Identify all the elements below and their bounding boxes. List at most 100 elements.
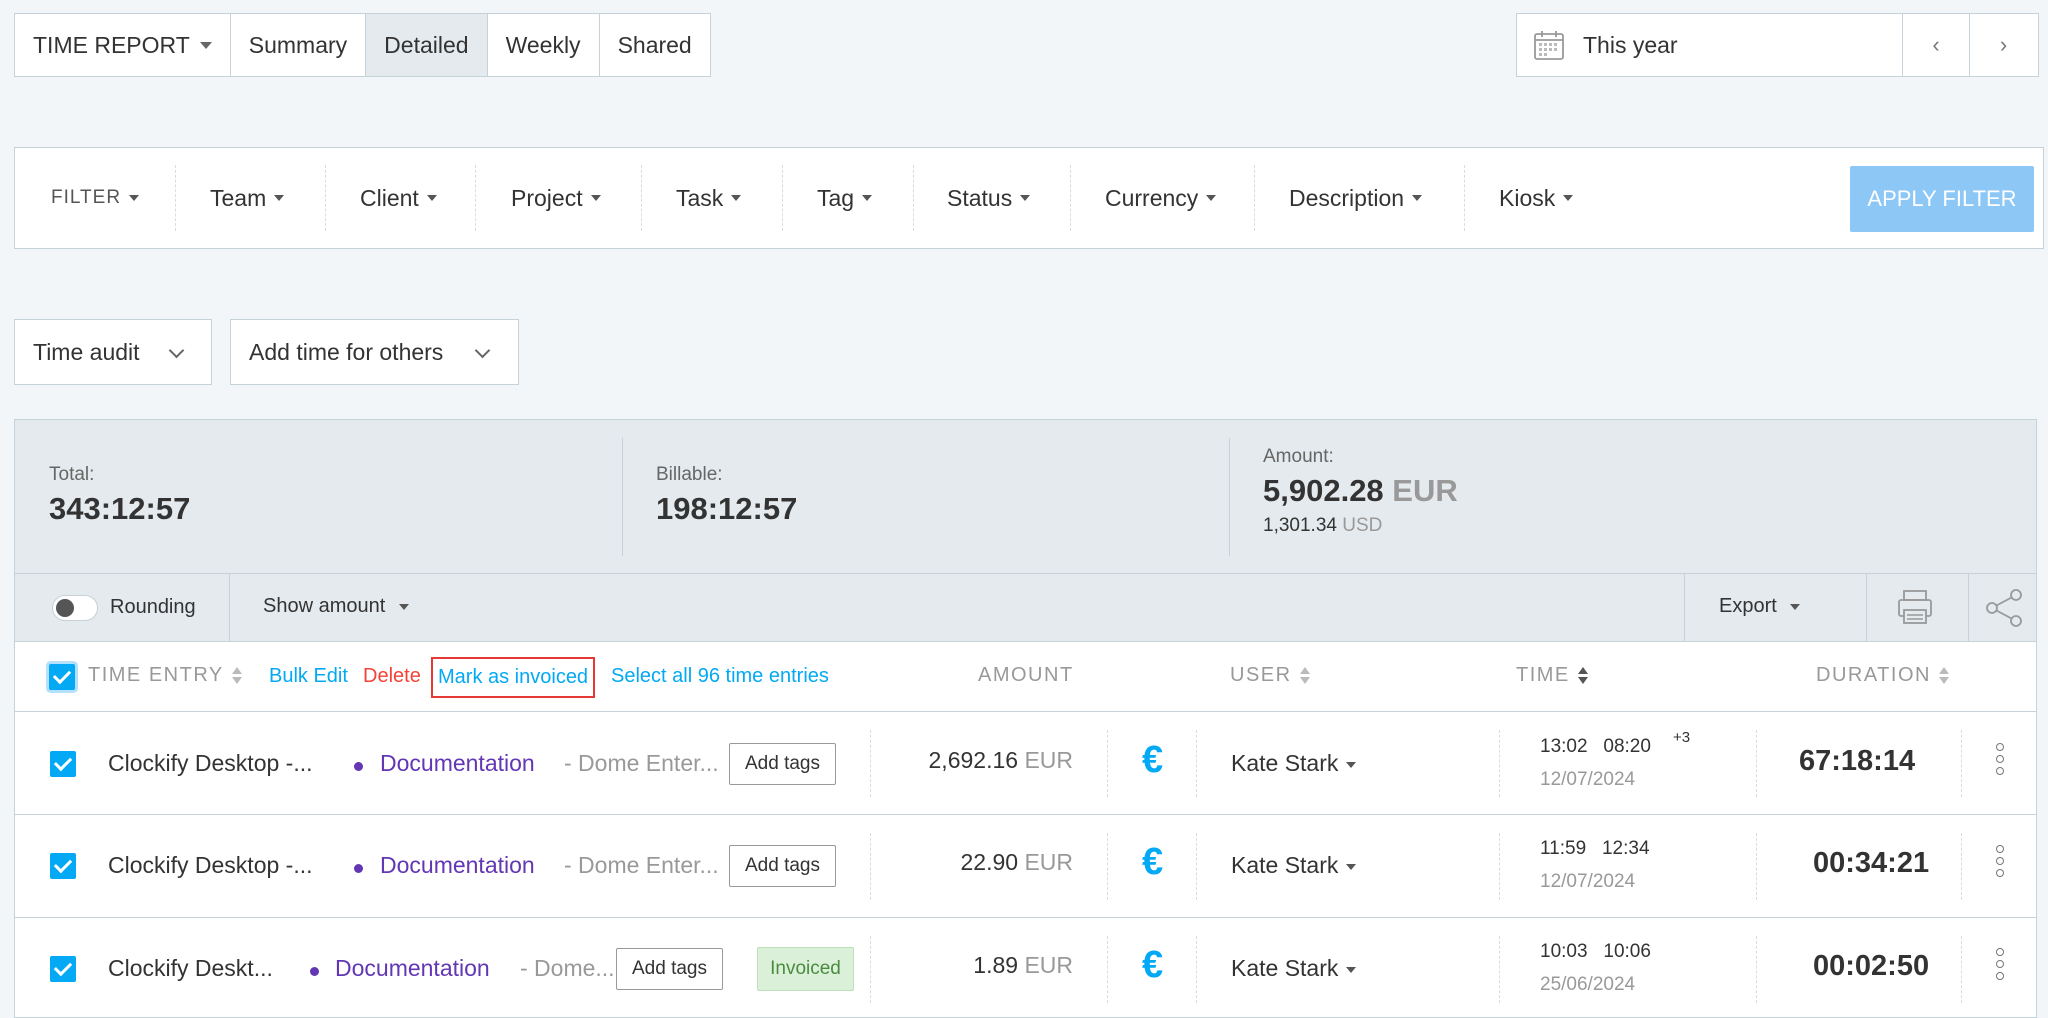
apply-filter-button[interactable]: APPLY FILTER (1850, 166, 2034, 232)
filter-status-label: Status (947, 184, 1013, 211)
add-tags-button[interactable]: Add tags (616, 948, 723, 990)
entry-date[interactable]: 12/07/2024 (1540, 769, 1635, 791)
time-entry-header[interactable]: TIME ENTRY (88, 664, 242, 687)
entry-user-name: Kate Stark (1231, 852, 1339, 878)
prev-period-button[interactable]: ‹ (1903, 14, 1970, 76)
filter-menu[interactable]: FILTER (51, 148, 140, 248)
entry-time-range[interactable]: 11:59 12:34 (1540, 838, 1650, 860)
entry-duration[interactable]: 00:02:50 (1813, 950, 1929, 983)
time-entries-table: TIME ENTRY Bulk Edit Delete Mark as invo… (14, 642, 2037, 1018)
tab-detailed[interactable]: Detailed (366, 14, 488, 76)
entry-time-range[interactable]: 10:03 10:06 (1540, 941, 1651, 963)
entry-amount-currency: EUR (1024, 952, 1073, 978)
export-dropdown[interactable]: Export (1719, 595, 1801, 618)
amount-value: 5,902.28 EUR (1263, 473, 1458, 509)
entry-amount: 1.89 EUR (895, 952, 1073, 979)
billable-label: Billable: (656, 464, 723, 485)
row-checkbox[interactable] (50, 853, 76, 879)
printer-icon[interactable] (1866, 574, 1968, 641)
entry-user[interactable]: Kate Stark (1231, 852, 1357, 879)
add-tags-button[interactable]: Add tags (729, 845, 836, 887)
entry-user[interactable]: Kate Stark (1231, 955, 1357, 982)
entry-description[interactable]: Clockify Desktop -... (108, 852, 313, 879)
date-range-label: This year (1583, 31, 1678, 58)
filter-currency[interactable]: Currency (1105, 148, 1217, 248)
user-header[interactable]: USER (1230, 664, 1310, 687)
filter-team[interactable]: Team (210, 148, 285, 248)
table-row[interactable]: Clockify Deskt... Documentation - Dome..… (15, 918, 2036, 1018)
rounding-label: Rounding (110, 596, 196, 618)
time-audit-dropdown[interactable]: Time audit (14, 319, 212, 385)
chevron-down-icon (474, 342, 491, 359)
duration-header[interactable]: DURATION (1816, 664, 1949, 687)
filter-description[interactable]: Description (1289, 148, 1423, 248)
entry-duration[interactable]: 67:18:14 (1799, 745, 1915, 778)
entry-description[interactable]: Clockify Desktop -... (108, 750, 313, 777)
table-header: TIME ENTRY Bulk Edit Delete Mark as invo… (15, 642, 2036, 712)
tab-weekly[interactable]: Weekly (488, 14, 600, 76)
divider (1196, 730, 1197, 797)
entry-duration[interactable]: 00:34:21 (1813, 847, 1929, 880)
filter-project[interactable]: Project (511, 148, 601, 248)
tab-shared[interactable]: Shared (600, 14, 710, 76)
divider (1961, 730, 1962, 797)
share-icon[interactable] (1968, 574, 2038, 641)
entry-date[interactable]: 12/07/2024 (1540, 871, 1635, 893)
filter-client[interactable]: Client (360, 148, 437, 248)
caret-down-icon (862, 195, 873, 201)
filter-status[interactable]: Status (947, 148, 1031, 248)
divider (913, 165, 914, 231)
divider (325, 165, 326, 231)
filter-task[interactable]: Task (676, 148, 742, 248)
amount-secondary: 1,301.34 USD (1263, 515, 1382, 537)
bulk-edit-link[interactable]: Bulk Edit (269, 665, 348, 688)
filter-kiosk[interactable]: Kiosk (1499, 148, 1574, 248)
caret-down-icon (199, 41, 212, 49)
date-range-select[interactable]: This year (1517, 14, 1903, 76)
select-all-checkbox[interactable] (49, 664, 75, 690)
amount-number: 5,902.28 (1263, 473, 1384, 508)
entry-client: - Dome Enter... (564, 852, 719, 878)
add-time-for-others-dropdown[interactable]: Add time for others (230, 319, 519, 385)
date-range-picker: This year ‹ › (1516, 13, 2039, 77)
entry-time-range[interactable]: 13:02 08:20 (1540, 736, 1651, 758)
billable-euro-icon[interactable]: € (1142, 841, 1163, 884)
rounding-toggle[interactable] (52, 595, 98, 621)
filter-tag[interactable]: Tag (817, 148, 873, 248)
billable-euro-icon[interactable]: € (1142, 739, 1163, 782)
tab-time-report[interactable]: TIME REPORT (15, 14, 231, 76)
divider (475, 165, 476, 231)
kebab-menu-icon[interactable] (1996, 948, 2004, 984)
table-row[interactable]: Clockify Desktop -... Documentation - Do… (15, 815, 2036, 918)
billable-euro-icon[interactable]: € (1142, 944, 1163, 987)
entry-project[interactable]: Documentation (380, 852, 535, 879)
entry-project[interactable]: Documentation (380, 750, 535, 777)
entry-project[interactable]: Documentation (335, 955, 490, 982)
entry-description[interactable]: Clockify Deskt... (108, 955, 273, 982)
delete-link[interactable]: Delete (363, 665, 421, 688)
row-checkbox[interactable] (50, 956, 76, 982)
tab-summary[interactable]: Summary (231, 14, 367, 76)
entry-date[interactable]: 25/06/2024 (1540, 974, 1635, 996)
show-amount-dropdown[interactable]: Show amount (263, 595, 409, 618)
project-color-dot (354, 762, 363, 771)
time-header-label: TIME (1516, 664, 1570, 686)
entry-amount-value: 1.89 (973, 952, 1019, 978)
time-header[interactable]: TIME (1516, 664, 1588, 687)
kebab-menu-icon[interactable] (1996, 845, 2004, 881)
row-checkbox[interactable] (50, 751, 76, 777)
duration-header-label: DURATION (1816, 664, 1931, 686)
caret-down-icon (1020, 195, 1031, 201)
kebab-menu-icon[interactable] (1996, 743, 2004, 779)
add-tags-button[interactable]: Add tags (729, 743, 836, 785)
divider (870, 833, 871, 900)
select-all-entries-link[interactable]: Select all 96 time entries (611, 665, 829, 688)
entry-user[interactable]: Kate Stark (1231, 750, 1357, 777)
divider (1107, 730, 1108, 797)
divider (870, 936, 871, 1003)
caret-down-icon (1346, 761, 1357, 768)
table-row[interactable]: Clockify Desktop -... Documentation - Do… (15, 712, 2036, 815)
mark-as-invoiced-link[interactable]: Mark as invoiced (431, 657, 596, 698)
caret-down-icon (426, 195, 437, 201)
next-period-button[interactable]: › (1970, 14, 2037, 76)
